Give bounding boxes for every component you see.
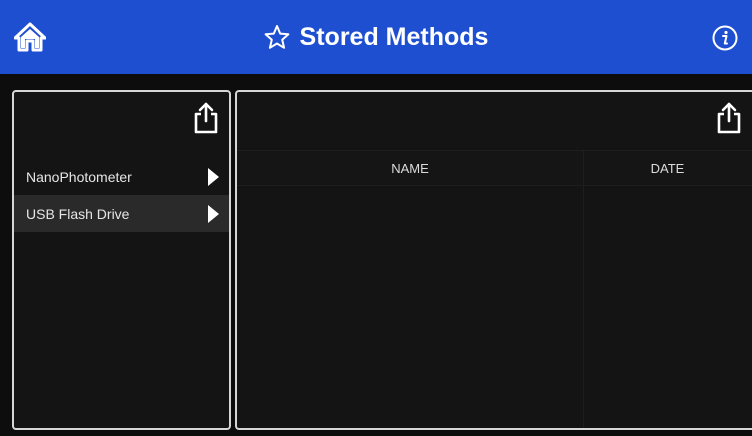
source-item-nanophotometer[interactable]: NanoPhotometer — [14, 158, 229, 195]
methods-export-button[interactable] — [716, 102, 742, 134]
top-bar: Stored Methods — [0, 0, 752, 74]
star-icon — [264, 25, 289, 49]
source-item-label: NanoPhotometer — [26, 168, 132, 185]
home-icon — [13, 22, 47, 52]
source-item-label: USB Flash Drive — [26, 205, 130, 222]
export-icon — [717, 102, 741, 134]
column-header-date[interactable]: DATE — [583, 161, 752, 176]
chevron-right-icon — [208, 204, 219, 223]
info-button[interactable] — [712, 25, 738, 51]
source-panel: NanoPhotometer USB Flash Drive — [12, 90, 231, 430]
column-header-name[interactable]: NAME — [237, 161, 583, 176]
home-button[interactable] — [13, 22, 47, 52]
source-list: NanoPhotometer USB Flash Drive — [14, 158, 229, 232]
page-title: Stored Methods — [264, 22, 489, 52]
export-icon — [194, 102, 218, 134]
source-item-usb-flash-drive[interactable]: USB Flash Drive — [14, 195, 229, 232]
methods-panel: NAME DATE — [235, 90, 752, 430]
info-icon — [712, 25, 738, 51]
page-title-text: Stored Methods — [299, 22, 489, 51]
chevron-right-icon — [208, 167, 219, 186]
methods-table-header: NAME DATE — [237, 150, 752, 186]
column-divider — [583, 150, 584, 428]
source-export-button[interactable] — [193, 102, 219, 134]
